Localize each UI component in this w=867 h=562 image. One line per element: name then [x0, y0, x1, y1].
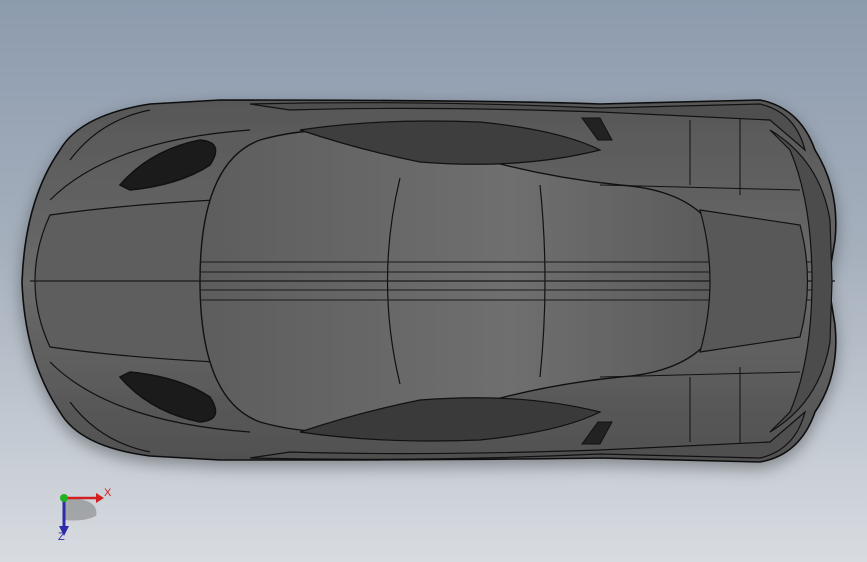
z-axis-label: Z: [58, 531, 65, 543]
x-axis-label: X: [104, 487, 112, 499]
triad-shadow: [64, 498, 97, 521]
car-model-top-view[interactable]: [0, 0, 867, 562]
y-axis-dot: [60, 494, 68, 502]
reference-triad: X Z: [40, 480, 120, 550]
x-axis-arrowhead: [96, 493, 104, 503]
rear-engine-cover: [699, 209, 809, 353]
graphics-viewport[interactable]: X Z: [0, 0, 867, 562]
